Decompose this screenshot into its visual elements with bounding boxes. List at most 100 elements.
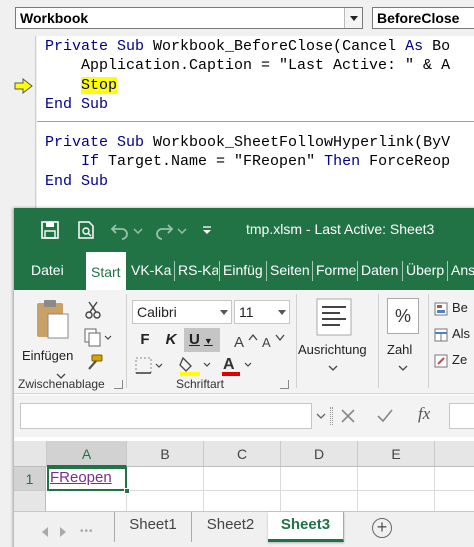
copy-icon[interactable] <box>84 328 112 348</box>
group-separator <box>378 294 379 388</box>
fill-handle[interactable] <box>124 488 130 494</box>
excel-window: tmp.xlsm - Last Active: Sheet3 Datei Sta… <box>14 208 474 547</box>
redo-dropdown-icon[interactable] <box>176 220 188 240</box>
procedure-separator <box>37 121 474 122</box>
next-sheet-icon[interactable] <box>60 527 66 537</box>
object-combo-value: Workbook <box>20 10 89 26</box>
paste-button-label[interactable]: Einfügen <box>22 348 73 363</box>
fill-color-icon[interactable] <box>178 354 214 376</box>
prev-sheet-icon[interactable] <box>42 527 48 537</box>
chevron-down-icon[interactable]: ▼ <box>204 336 213 346</box>
group-separator <box>126 294 127 388</box>
format-painter-icon[interactable] <box>84 354 104 372</box>
underline-label: U <box>189 331 200 348</box>
tab-rs-ka[interactable]: RS-Ka <box>175 252 218 290</box>
tab-daten[interactable]: Daten <box>358 252 401 290</box>
column-header-e[interactable]: E <box>358 441 435 467</box>
select-all-corner[interactable] <box>14 441 47 467</box>
clipboard-icon[interactable] <box>34 298 70 342</box>
decrease-font-icon[interactable]: A <box>262 332 288 350</box>
alignment-icon[interactable] <box>316 298 352 336</box>
column-header-d[interactable]: D <box>281 441 358 467</box>
chevron-down-icon[interactable] <box>220 310 228 315</box>
formula-bar: fx <box>14 395 474 437</box>
tab-seitenlayout[interactable]: Seiten <box>267 252 311 290</box>
cut-icon[interactable] <box>84 300 102 320</box>
formula-bar-grip[interactable] <box>330 407 333 425</box>
column-header-f[interactable] <box>435 441 474 467</box>
chevron-down-icon[interactable] <box>398 364 408 372</box>
window-title: tmp.xlsm - Last Active: Sheet3 <box>246 221 435 237</box>
sheet-tab-sheet1[interactable]: Sheet1 <box>114 512 192 542</box>
row-header-1[interactable]: 1 <box>14 467 46 491</box>
increase-font-icon[interactable]: A <box>234 332 260 350</box>
undo-icon[interactable] <box>110 220 130 240</box>
sheet-tab-sheet2[interactable]: Sheet2 <box>192 512 270 542</box>
clipboard-launcher-icon[interactable] <box>114 380 123 389</box>
tab-start[interactable]: Start <box>86 252 126 290</box>
font-size-field[interactable]: 11 <box>234 300 290 324</box>
styles-item-2[interactable]: Als <box>452 326 470 341</box>
insert-function-icon[interactable]: fx <box>418 404 430 424</box>
tab-vk-ka[interactable]: VK-Ka <box>128 252 173 290</box>
font-group-label: Schriftart <box>176 377 225 391</box>
conditional-format-icon <box>434 302 448 316</box>
tab-ueberpruefen[interactable]: Überp <box>403 252 446 290</box>
cell-d1[interactable] <box>281 467 358 491</box>
svg-text:A: A <box>262 335 271 350</box>
redo-icon[interactable] <box>154 220 174 240</box>
print-preview-icon[interactable] <box>76 220 96 240</box>
alignment-button-label[interactable]: Ausrichtung <box>298 342 367 357</box>
column-header-c[interactable]: C <box>204 441 281 467</box>
cell-f1[interactable] <box>435 467 474 491</box>
code-line-4: End Sub <box>45 96 109 113</box>
add-sheet-icon[interactable]: + <box>372 518 392 538</box>
font-launcher-icon[interactable] <box>280 380 289 389</box>
chevron-down-icon[interactable] <box>278 310 286 315</box>
undo-dropdown-icon[interactable] <box>132 220 144 240</box>
formula-input[interactable] <box>449 403 474 429</box>
number-format-icon[interactable]: % <box>387 298 419 334</box>
customize-qat-icon[interactable] <box>200 220 214 240</box>
svg-text:A: A <box>223 356 235 373</box>
ribbon-panel: Einfügen Zwischenablage Calibri 11 F K U… <box>14 290 474 394</box>
column-header-b[interactable]: B <box>127 441 204 467</box>
borders-icon[interactable] <box>134 356 166 376</box>
cell-c1[interactable] <box>204 467 281 491</box>
code-line-2: Application.Caption = "Last Active: " & … <box>45 57 451 74</box>
more-sheets-icon[interactable]: ••• <box>80 526 94 537</box>
column-header-a[interactable]: A <box>47 441 127 467</box>
code-line-1: Private Sub Workbook_BeforeClose(Cancel … <box>45 38 451 55</box>
tab-formeln[interactable]: Forme <box>313 252 356 290</box>
enter-icon[interactable] <box>376 407 394 425</box>
chevron-down-icon[interactable] <box>328 364 338 372</box>
font-size-value: 11 <box>239 304 254 320</box>
chevron-down-icon[interactable] <box>344 8 362 28</box>
procedure-combo[interactable]: BeforeClose <box>372 7 474 29</box>
number-button-label[interactable]: Zahl <box>387 342 412 357</box>
save-icon[interactable] <box>40 220 60 240</box>
font-name-value: Calibri <box>137 304 177 320</box>
font-color-icon[interactable]: A <box>220 354 256 376</box>
cell-b1[interactable] <box>127 467 204 491</box>
styles-item-3[interactable]: Ze <box>452 352 467 367</box>
sheet-tab-sheet3[interactable]: Sheet3 <box>268 512 344 542</box>
ribbon-tabs: Datei Start VK-Ka RS-Ka Einfüg Seiten Fo… <box>14 252 474 290</box>
styles-item-1[interactable]: Be <box>452 300 468 315</box>
tab-datei[interactable]: Datei <box>28 252 72 290</box>
cell-e1[interactable] <box>358 467 435 491</box>
bold-button[interactable]: F <box>134 328 156 352</box>
name-box[interactable] <box>20 403 312 429</box>
tab-einfuegen[interactable]: Einfüg <box>220 252 265 290</box>
group-separator <box>428 294 429 388</box>
clipboard-group-label: Zwischenablage <box>18 377 105 391</box>
svg-text:A: A <box>234 334 244 350</box>
underline-button[interactable]: U ▼ <box>184 328 220 352</box>
chevron-down-icon[interactable] <box>316 412 326 420</box>
tab-ansicht[interactable]: Ans <box>448 252 474 290</box>
object-combo[interactable]: Workbook <box>15 7 363 29</box>
font-name-field[interactable]: Calibri <box>132 300 232 324</box>
hyperlink-freopen[interactable]: FReopen <box>50 469 112 486</box>
italic-button[interactable]: K <box>160 328 182 352</box>
cancel-icon[interactable] <box>339 407 357 425</box>
